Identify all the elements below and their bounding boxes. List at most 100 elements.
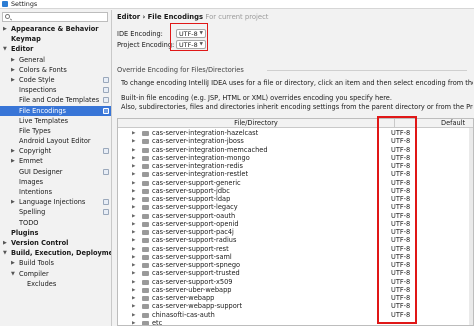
folder-icon: [142, 164, 149, 170]
sidebar-item-label: TODO: [19, 218, 39, 227]
sidebar-item[interactable]: ▶ Colors & Fonts: [0, 65, 111, 75]
sidebar-item[interactable]: ▶ Copyright: [0, 146, 111, 156]
project-encoding-label: Project Encoding:: [117, 41, 175, 49]
sidebar-item[interactable]: File and Code Templates: [0, 95, 111, 105]
project-scope-icon: [103, 209, 109, 216]
sidebar-item[interactable]: Keymap: [0, 34, 111, 44]
sidebar-item[interactable]: Spelling: [0, 207, 111, 217]
folder-icon: [142, 238, 149, 244]
column-header-file[interactable]: File/Directory: [118, 119, 394, 128]
folder-icon: [142, 197, 149, 203]
sidebar-item-label: Spelling: [19, 208, 46, 217]
folder-icon: [142, 271, 149, 277]
folder-icon: [142, 304, 149, 310]
breadcrumb-path: Editor › File Encodings: [117, 13, 204, 21]
collapsed-arrow-icon[interactable]: ▶: [11, 258, 15, 268]
highlight-box-utf8-column: [377, 116, 417, 324]
project-scope-icon: [103, 107, 109, 114]
sidebar-item[interactable]: ▶ Emmet: [0, 156, 111, 166]
search-icon: [5, 14, 10, 19]
sidebar-item-label: Excludes: [27, 279, 57, 288]
sidebar-item-label: Emmet: [19, 157, 43, 166]
collapsed-arrow-icon[interactable]: ▶: [3, 24, 7, 34]
sidebar-item[interactable]: Plugins: [0, 228, 111, 238]
breadcrumb: Editor › File Encodings For current proj…: [117, 13, 268, 21]
ide-encoding-label: IDE Encoding:: [117, 30, 163, 38]
project-scope-icon: [103, 148, 109, 155]
sidebar-item[interactable]: Inspections: [0, 85, 111, 95]
sidebar-item-label: Intentions: [19, 188, 53, 196]
sidebar-item-label: Code Style: [19, 75, 55, 84]
sidebar-item[interactable]: ▶ Language Injections: [0, 197, 111, 207]
sidebar-item[interactable]: ▶ Version Control: [0, 238, 111, 248]
collapsed-arrow-icon[interactable]: ▶: [11, 65, 15, 75]
folder-icon: [142, 147, 149, 153]
folder-icon: [142, 188, 149, 194]
folder-icon: [142, 180, 149, 186]
collapsed-arrow-icon[interactable]: ▶: [11, 75, 15, 85]
sidebar-item[interactable]: Excludes: [0, 279, 111, 289]
collapsed-arrow-icon[interactable]: ▶: [11, 55, 15, 65]
settings-search-input[interactable]: [2, 12, 108, 22]
settings-sidebar: ▶ Appearance & Behavior Keymap ▼ Editor ▶ Gene…: [0, 10, 112, 326]
override-group-label: Override Encoding for Files/Directories: [117, 66, 244, 74]
sidebar-item[interactable]: ▶ Build Tools: [0, 258, 111, 268]
folder-icon: [142, 230, 149, 236]
sidebar-item-label: Inspections: [19, 86, 57, 95]
column-header-default[interactable]: Default: [441, 119, 465, 128]
sidebar-item-label: General: [19, 55, 45, 64]
sidebar-item[interactable]: Images: [0, 177, 111, 187]
sidebar-item-label: Language Injections: [19, 198, 86, 207]
folder-icon: [142, 246, 149, 252]
sidebar-item[interactable]: GUI Designer: [0, 167, 111, 177]
expanded-arrow-icon[interactable]: ▼: [3, 248, 7, 258]
sidebar-item[interactable]: Android Layout Editor: [0, 136, 111, 146]
folder-icon: [142, 312, 149, 318]
group-divider: [267, 70, 467, 71]
window-title: Settings: [11, 0, 38, 8]
sidebar-item[interactable]: TODO: [0, 218, 111, 228]
collapsed-arrow-icon[interactable]: ▶: [11, 156, 15, 166]
sidebar-item-label: Live Templates: [19, 116, 69, 125]
sidebar-item[interactable]: ▶ Appearance & Behavior: [0, 24, 111, 34]
project-scope-icon: [103, 87, 109, 94]
sidebar-item[interactable]: ▼ Editor: [0, 44, 111, 54]
folder-icon: [142, 287, 149, 293]
sidebar-item[interactable]: ▶ Code Style: [0, 75, 111, 85]
folder-icon: [142, 172, 149, 178]
collapsed-arrow-icon[interactable]: ▶: [11, 197, 15, 207]
sidebar-item-label: Build Tools: [19, 259, 54, 268]
sidebar-item-label: GUI Designer: [19, 167, 63, 176]
sidebar-item-label: Copyright: [19, 147, 52, 156]
sidebar-item[interactable]: ▼ Compiler: [0, 269, 111, 279]
collapsed-arrow-icon[interactable]: ▶: [132, 319, 135, 325]
expanded-arrow-icon[interactable]: ▼: [11, 269, 15, 279]
project-scope-icon: [103, 76, 109, 83]
folder-icon: [142, 213, 149, 219]
collapsed-arrow-icon[interactable]: ▶: [11, 146, 15, 156]
sidebar-item[interactable]: ▼ Build, Execution, Deployment: [0, 248, 111, 258]
sidebar-item-label: Plugins: [11, 228, 39, 237]
sidebar-item-label: Compiler: [19, 269, 49, 278]
sidebar-item[interactable]: Intentions: [0, 187, 111, 197]
sidebar-item[interactable]: Live Templates: [0, 116, 111, 126]
sidebar-item[interactable]: File Encodings: [0, 105, 111, 116]
encoding-table: File/Directory Default ▶ cas-server-integ…: [117, 118, 474, 326]
folder-icon: [142, 296, 149, 302]
expanded-arrow-icon[interactable]: ▼: [3, 44, 7, 54]
folder-icon: [142, 263, 149, 269]
sidebar-item[interactable]: File Types: [0, 126, 111, 136]
sidebar-item[interactable]: ▶ General: [0, 55, 111, 65]
sidebar-item-label: File and Code Templates: [19, 96, 100, 105]
folder-icon: [142, 254, 149, 260]
sidebar-item-label: Appearance & Behavior: [11, 25, 99, 33]
folder-icon: [142, 320, 149, 325]
sidebar-item-label: File Encodings: [19, 106, 66, 115]
folder-icon: [142, 131, 149, 137]
collapsed-arrow-icon[interactable]: ▶: [3, 238, 7, 248]
sidebar-item-label: File Types: [19, 126, 51, 135]
sidebar-item-label: Android Layout Editor: [19, 137, 91, 146]
table-header: File/Directory Default: [118, 119, 473, 128]
table-row[interactable]: ▶ etc: [118, 319, 473, 325]
vertical-scrollbar[interactable]: [469, 128, 473, 325]
